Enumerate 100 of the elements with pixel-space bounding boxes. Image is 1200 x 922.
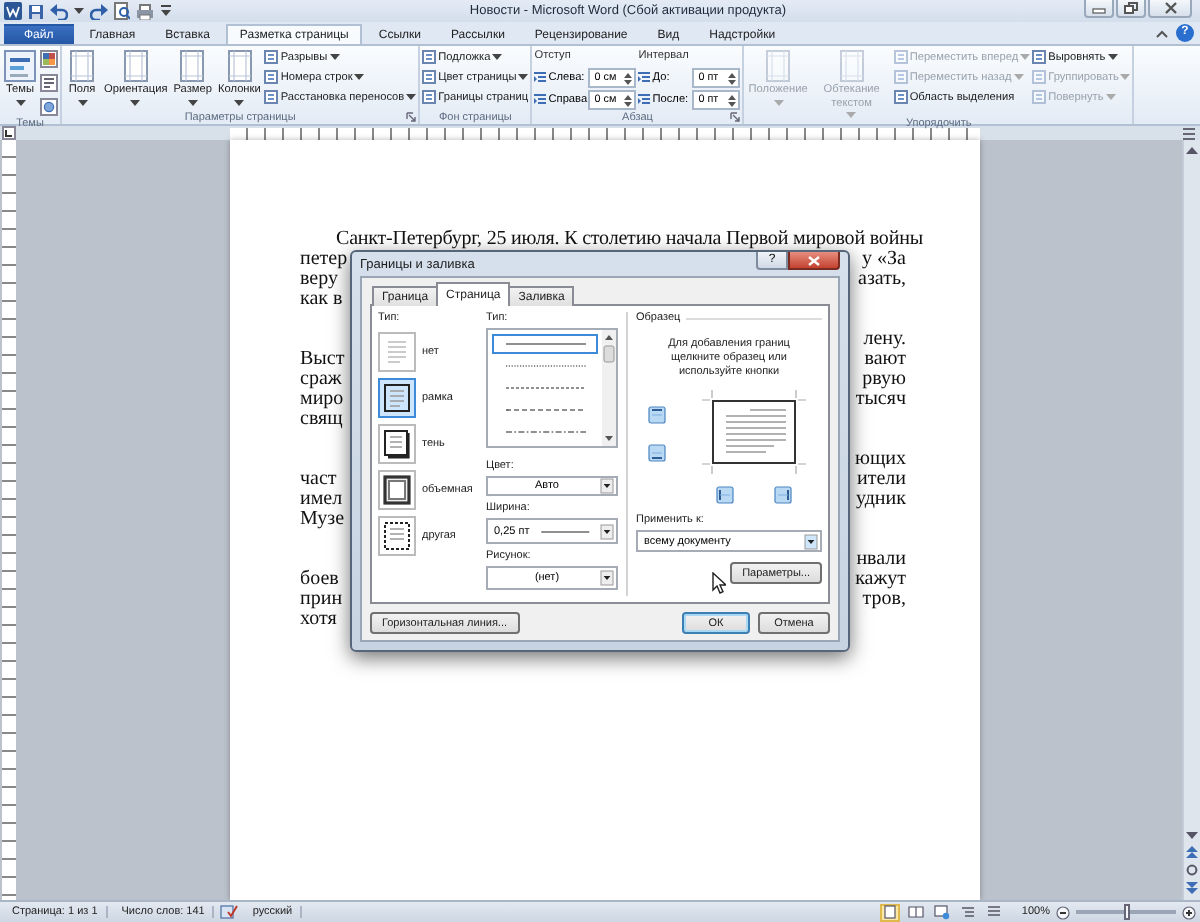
line-sample-icon xyxy=(505,386,585,390)
page-icon xyxy=(119,50,152,82)
caret-icon xyxy=(77,99,87,105)
caret-icon xyxy=(492,54,503,60)
body-text: лену. xyxy=(863,330,906,350)
list-scrollbar[interactable] xyxy=(602,330,616,446)
redo-icon[interactable] xyxy=(90,3,108,19)
ruler-tab-icon[interactable] xyxy=(2,126,16,140)
right-border-icon[interactable] xyxy=(774,486,792,504)
browse-object-icon[interactable] xyxy=(1186,864,1198,876)
page-preview-drawing[interactable] xyxy=(702,390,806,474)
scroll-up-icon[interactable] xyxy=(1186,146,1198,154)
caret-icon xyxy=(1105,94,1116,100)
close-icon xyxy=(1163,2,1177,14)
body-text: прин xyxy=(300,590,343,610)
caret-icon xyxy=(329,54,340,60)
dialog-launcher-icon[interactable] xyxy=(406,112,417,122)
minimize-icon xyxy=(1092,2,1106,14)
zoom-in-icon[interactable] xyxy=(1182,905,1196,919)
page-border-icon xyxy=(378,516,416,556)
caret-icon xyxy=(518,74,529,80)
view-button[interactable] xyxy=(931,903,952,921)
body-text: у «За xyxy=(862,250,906,270)
document-icon xyxy=(1032,70,1047,84)
body-text: имел xyxy=(300,490,343,510)
color-swatch-icon[interactable] xyxy=(40,50,58,68)
scrollbar[interactable] xyxy=(1182,140,1200,900)
view-button[interactable] xyxy=(957,903,978,921)
body-text: ители xyxy=(856,470,906,490)
body-text: веру xyxy=(300,270,338,290)
body-text: ющих xyxy=(854,450,906,470)
caret-icon xyxy=(1120,74,1131,80)
dropdown-arrow-icon[interactable] xyxy=(600,570,614,587)
minimize-button[interactable] xyxy=(1084,0,1114,18)
print-preview-icon[interactable] xyxy=(114,2,130,20)
save-icon[interactable] xyxy=(28,3,44,19)
line-style-option[interactable] xyxy=(492,334,598,354)
spinner-icon xyxy=(728,93,737,107)
view-button[interactable] xyxy=(879,903,900,921)
body-text: боев xyxy=(300,570,339,590)
page-icon xyxy=(223,50,256,82)
customize-icon[interactable] xyxy=(160,4,172,18)
body-text: сраж xyxy=(300,370,342,390)
collapse-ribbon-icon[interactable] xyxy=(1156,29,1168,37)
dialog-launcher-icon[interactable] xyxy=(730,112,741,122)
effects-icon[interactable] xyxy=(40,98,58,116)
maximize-button[interactable] xyxy=(1116,0,1146,18)
bottom-border-icon[interactable] xyxy=(648,444,666,462)
view-button[interactable] xyxy=(905,903,926,921)
close-button[interactable] xyxy=(1148,0,1192,18)
line-sample-icon xyxy=(505,342,585,346)
indent-icon xyxy=(534,94,547,106)
body-text: Выст xyxy=(300,350,345,370)
body-text: тров, xyxy=(862,590,906,610)
text-lines-icon[interactable] xyxy=(40,74,58,92)
web-view-icon xyxy=(933,904,950,920)
print-icon[interactable] xyxy=(136,3,154,19)
undo-icon[interactable] xyxy=(50,3,68,19)
line-sample-icon xyxy=(505,430,585,434)
slider-thumb[interactable] xyxy=(1124,904,1130,920)
caret-icon xyxy=(187,99,198,105)
body-text: миро xyxy=(300,390,344,410)
top-border-icon[interactable] xyxy=(648,406,666,424)
body-text: вают xyxy=(864,350,906,370)
document-icon xyxy=(893,50,908,64)
caret-icon xyxy=(234,99,245,105)
indent-icon xyxy=(534,72,547,84)
caret-icon xyxy=(354,74,365,80)
page-icon xyxy=(835,50,868,82)
dropdown-arrow-icon[interactable] xyxy=(600,478,614,494)
indent-icon xyxy=(638,94,651,106)
scroll-down-icon[interactable] xyxy=(1186,832,1198,840)
document-icon xyxy=(893,70,908,84)
body-text: кажут xyxy=(855,570,906,590)
dropdown-arrow-icon[interactable] xyxy=(600,523,614,540)
word-logo-icon[interactable] xyxy=(4,2,22,20)
document-icon xyxy=(1032,90,1047,104)
body-text: Санкт-Петербург, 25 июля. К столетию начала Первой мировой войны xyxy=(334,230,923,250)
zoom-out-icon[interactable] xyxy=(1056,905,1070,919)
left-border-icon[interactable] xyxy=(716,486,734,504)
ruler-toggle-icon[interactable] xyxy=(1182,127,1196,139)
line-sample-icon xyxy=(535,529,594,534)
line-sample-icon xyxy=(505,364,585,368)
proofing-icon[interactable] xyxy=(220,904,239,920)
next-page-icon[interactable] xyxy=(1186,882,1198,894)
caret-icon xyxy=(15,99,25,105)
body-text: Музе xyxy=(300,510,345,530)
line-style-list[interactable] xyxy=(486,328,618,448)
document-icon xyxy=(264,70,279,84)
view-button[interactable] xyxy=(983,903,1004,921)
body-text: азать, xyxy=(858,270,906,290)
body-text: как в xyxy=(300,290,343,310)
dropdown-arrow-icon[interactable] xyxy=(804,533,818,549)
previous-page-icon[interactable] xyxy=(1186,846,1198,858)
spinner-icon xyxy=(624,71,633,85)
mouse-pointer-icon xyxy=(712,572,726,594)
page-border-icon xyxy=(378,332,416,372)
spinner-icon xyxy=(728,71,737,85)
close-button[interactable] xyxy=(788,252,840,270)
page-border-icon xyxy=(378,378,416,418)
